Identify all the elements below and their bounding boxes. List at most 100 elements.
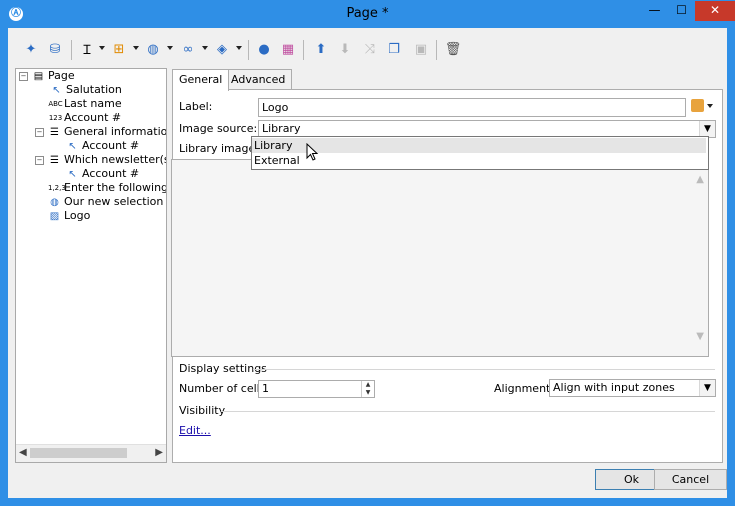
tree-node-last-name[interactable]: ABC Last name [48, 97, 122, 111]
tree-node-label: Account # [64, 111, 122, 124]
chevron-down-icon[interactable]: ▼ [699, 121, 715, 137]
visibility-title: Visibility [179, 404, 226, 417]
label-caption: Label: [179, 100, 213, 113]
link-icon[interactable]: ∞ [179, 40, 197, 58]
tree-node-label: Account # [82, 139, 140, 152]
chevron-down-icon[interactable] [99, 46, 105, 50]
edit-link[interactable]: Edit... [179, 424, 211, 437]
paste-icon[interactable]: ▣ [412, 40, 430, 58]
chevron-down-icon[interactable] [707, 104, 713, 108]
chevron-down-icon[interactable] [167, 46, 173, 50]
tree-node-general-information[interactable]: ☰ General information [48, 125, 167, 139]
shuffle-icon[interactable]: ⤨ [361, 40, 379, 58]
cursor-field-icon: ↖ [68, 140, 77, 152]
decrement-icon[interactable]: ▼ [362, 389, 374, 397]
delete-icon[interactable]: 🗑 [444, 40, 462, 58]
collapse-icon[interactable]: − [35, 128, 44, 137]
tree-node-logo[interactable]: ▨ Logo [48, 209, 91, 223]
tree-node-our-new-selection[interactable]: ◍ Our new selection [48, 195, 163, 209]
library-image-area[interactable]: ▲ ▼ [171, 159, 709, 357]
tree-node-label: Logo [64, 209, 91, 222]
table-icon: ☰ [50, 154, 59, 166]
scroll-down-icon[interactable]: ▼ [696, 331, 704, 342]
tree-node-page[interactable]: ▤ Page [32, 69, 75, 83]
tree-node-salutation[interactable]: ↖ Salutation [50, 83, 122, 97]
stepper-buttons[interactable]: ▲ ▼ [361, 381, 374, 397]
image-source-caption: Image source: [179, 122, 258, 135]
number-of-cells-caption: Number of cells: [179, 382, 270, 395]
chevron-down-icon[interactable]: ▼ [699, 380, 715, 396]
mouse-pointer-icon [306, 143, 319, 161]
increment-icon[interactable]: ▲ [362, 381, 374, 389]
tree-node-label: Our new selection [64, 195, 164, 208]
globe-icon[interactable]: ◍ [144, 40, 162, 58]
selected-value: Align with input zones [553, 381, 675, 394]
copy-icon[interactable]: ❐ [385, 40, 403, 58]
tree-node-account[interactable]: ↖ Account # [66, 167, 139, 181]
library-image-caption: Library image: [179, 142, 259, 155]
alignment-select[interactable]: Align with input zones ▼ [549, 379, 716, 397]
chevron-down-icon[interactable] [133, 46, 139, 50]
divider [221, 411, 715, 412]
move-up-icon[interactable]: ⬆ [312, 40, 330, 58]
selected-value: Library [262, 122, 301, 135]
number-of-cells-stepper[interactable]: 1 ▲ ▼ [258, 380, 375, 398]
scrollbar-thumb[interactable] [30, 448, 127, 458]
stepper-value: 1 [262, 382, 269, 395]
translate-icon[interactable] [691, 99, 704, 112]
title-bar[interactable]: Ⓐ Page * — ☐ ✕ [0, 0, 735, 28]
tree-node-enter-following[interactable]: 1,2,3Enter the following ch [48, 181, 166, 195]
person-icon[interactable]: ● [255, 40, 273, 58]
toolbar-separator [303, 40, 304, 60]
option-library[interactable]: Library [252, 138, 706, 153]
close-button[interactable]: ✕ [695, 1, 735, 21]
toolbar-separator [436, 40, 437, 60]
structure-tree[interactable]: − ▤ Page ↖ Salutation ABC Last name 123 Acco… [15, 68, 167, 463]
database-add-icon[interactable]: ⛁ [46, 40, 64, 58]
image-icon: ▨ [49, 210, 60, 222]
label-input[interactable]: Logo [258, 98, 686, 117]
tree-node-account[interactable]: ↖ Account # [66, 139, 139, 153]
chevron-down-icon[interactable] [236, 46, 242, 50]
tab-advanced[interactable]: Advanced [224, 69, 293, 90]
table-icon: ☰ [50, 126, 59, 138]
tab-general[interactable]: General [172, 69, 230, 91]
cursor-field-icon: ↖ [52, 84, 61, 96]
toolbar-separator [71, 40, 72, 60]
numeric-icon: 1,2,3 [48, 183, 66, 192]
chevron-down-icon[interactable] [202, 46, 208, 50]
text-cursor-icon[interactable]: Ɪ [78, 40, 96, 58]
tree-node-account[interactable]: 123 Account # [48, 111, 121, 125]
page-icon: ▤ [33, 70, 44, 82]
scroll-left-icon[interactable]: ◀ [19, 447, 27, 458]
tree-node-label: Account # [82, 167, 140, 180]
tree-node-label: Salutation [66, 83, 122, 96]
number-icon: 123 [48, 113, 63, 122]
toolbar-separator [248, 40, 249, 60]
collapse-icon[interactable]: − [19, 72, 28, 81]
tree-horizontal-scrollbar[interactable]: ◀ ▶ [16, 444, 166, 462]
tree-node-label: Which newsletter(s) co [64, 153, 167, 166]
add-container-icon[interactable]: ⊞ [110, 40, 128, 58]
cancel-button[interactable]: Cancel [654, 469, 727, 490]
collapse-icon[interactable]: − [35, 156, 44, 165]
layers-icon[interactable]: ◈ [213, 40, 231, 58]
move-down-icon[interactable]: ⬇ [336, 40, 354, 58]
scroll-up-icon[interactable]: ▲ [696, 174, 704, 185]
globe-icon: ◍ [50, 196, 59, 208]
scroll-right-icon[interactable]: ▶ [155, 447, 163, 458]
abc-text-icon: ABC [48, 99, 63, 108]
tree-node-label: General information [64, 125, 167, 138]
tree-node-which-newsletters[interactable]: ☰ Which newsletter(s) co [48, 153, 167, 167]
cursor-field-icon: ↖ [68, 168, 77, 180]
alignment-caption: Alignment: [494, 382, 555, 395]
grid-icon[interactable]: ▦ [279, 40, 297, 58]
maximize-button[interactable]: ☐ [668, 1, 695, 21]
magic-wand-icon[interactable]: ✦ [22, 40, 40, 58]
tree-node-label: Last name [64, 97, 122, 110]
divider [253, 369, 715, 370]
minimize-button[interactable]: — [641, 1, 668, 21]
toolbar: ✦ ⛁ Ɪ ⊞ ◍ ∞ ◈ ● ▦ ⬆ ⬇ ⤨ ❐ ▣ 🗑 [8, 32, 727, 64]
window-title: Page * [346, 6, 389, 21]
option-external[interactable]: External [252, 153, 706, 168]
